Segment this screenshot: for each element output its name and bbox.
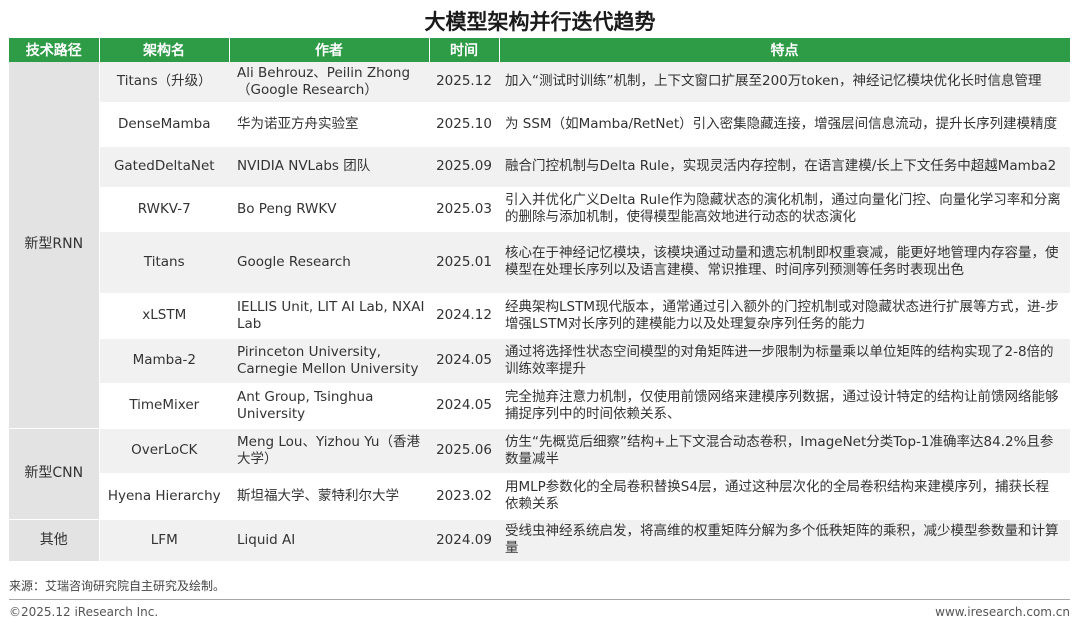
- arch-name-cell: OverLoCK: [99, 428, 229, 474]
- column-header-tech-path: 技术路径: [9, 38, 100, 62]
- arch-name-cell: Titans: [99, 231, 229, 294]
- author-cell: Google Research: [229, 231, 429, 294]
- time-cell: 2024.05: [429, 338, 499, 384]
- time-cell: 2025.12: [429, 62, 499, 103]
- author-cell: Pirinceton University, Carnegie Mellon U…: [229, 338, 429, 384]
- column-header-author: 作者: [229, 38, 430, 62]
- copyright-text: ©2025.12 iResearch Inc.: [9, 605, 159, 619]
- time-cell: 2024.12: [429, 293, 499, 339]
- author-cell: Liquid AI: [229, 519, 429, 562]
- author-cell: Ant Group, Tsinghua University: [229, 383, 429, 429]
- page-title: 大模型架构并行迭代趋势: [424, 10, 656, 34]
- source-note: 来源：艾瑞咨询研究院自主研究及绘制。: [9, 579, 226, 593]
- arch-name-cell: Hyena Hierarchy: [99, 473, 229, 520]
- time-cell: 2025.06: [429, 428, 499, 474]
- time-cell: 2025.03: [429, 187, 499, 232]
- author-cell: Ali Behrouz、Peilin Zhong（Google Research…: [229, 62, 429, 103]
- column-header-features: 特点: [499, 38, 1071, 62]
- author-cell: Meng Lou、Yizhou Yu（香港大学）: [229, 428, 429, 474]
- table-row: 新型CNN OverLoCK Meng Lou、Yizhou Yu（香港大学） …: [9, 428, 1070, 520]
- time-cell: 2024.05: [429, 383, 499, 429]
- table-row: 新型RNN Titans（升级） Ali Behrouz、Peilin Zhon…: [9, 62, 1070, 429]
- table-row: Titans Google Research 2025.01 核心在于神经记忆模…: [9, 231, 1070, 294]
- feature-cell: 仿生“先概览后细察”结构+上下文混合动态卷积，ImageNet分类Top-1准确…: [499, 428, 1070, 474]
- feature-cell: 加入“测试时训练”机制，上下文窗口扩展至200万token，神经记忆模块优化长时…: [499, 62, 1070, 103]
- time-cell: 2023.02: [429, 473, 499, 520]
- arch-name-cell: RWKV-7: [99, 187, 229, 232]
- arch-name-cell: GatedDeltaNet: [99, 146, 229, 188]
- table-row: DenseMamba 华为诺亚方舟实验室 2025.10 为 SSM（如Mamb…: [9, 102, 1070, 147]
- category-cell: 新型RNN: [9, 62, 100, 429]
- feature-cell: 受线虫神经系统启发，将高维的权重矩阵分解为多个低秩矩阵的乘积，减少模型参数量和计…: [499, 519, 1070, 562]
- arch-name-cell: Mamba-2: [99, 338, 229, 384]
- table-row: TimeMixer Ant Group, Tsinghua University…: [9, 383, 1070, 429]
- feature-cell: 融合门控机制与Delta Rule，实现灵活内存控制，在语言建模/长上下文任务中…: [499, 146, 1070, 188]
- table-row: GatedDeltaNet NVIDIA NVLabs 团队 2025.09 融…: [9, 146, 1070, 188]
- time-cell: 2025.09: [429, 146, 499, 188]
- time-cell: 2025.01: [429, 231, 499, 294]
- architecture-table: 技术路径 架构名 作者 时间 特点 新型RNN Titans（升级） Ali B…: [9, 38, 1071, 562]
- column-header-arch-name: 架构名: [99, 38, 230, 62]
- author-cell: NVIDIA NVLabs 团队: [229, 146, 429, 188]
- column-header-time: 时间: [429, 38, 500, 62]
- author-cell: Bo Peng RWKV: [229, 187, 429, 232]
- author-cell: IELLIS Unit, LIT AI Lab, NXAI Lab: [229, 293, 429, 339]
- feature-cell: 用MLP参数化的全局卷积替换S4层，通过这种层次化的全局卷积结构来建模序列，捕获…: [499, 473, 1070, 520]
- footer-divider: [9, 599, 1070, 600]
- arch-name-cell: LFM: [99, 519, 229, 562]
- feature-cell: 引入并优化广义Delta Rule作为隐藏状态的演化机制，通过向量化门控、向量化…: [499, 187, 1070, 232]
- table-row: RWKV-7 Bo Peng RWKV 2025.03 引入并优化广义Delta…: [9, 187, 1070, 232]
- feature-cell: 完全抛弃注意力机制，仅使用前馈网络来建模序列数据，通过设计特定的结构让前馈网络能…: [499, 383, 1070, 429]
- feature-cell: 核心在于神经记忆模块，该模块通过动量和遗忘机制即权重衰减，能更好地管理内存容量，…: [499, 231, 1070, 294]
- feature-cell: 经典架构LSTM现代版本，通常通过引入额外的门控机制或对隐藏状态进行扩展等方式，…: [499, 293, 1070, 339]
- category-cell: 其他: [9, 519, 100, 562]
- time-cell: 2025.10: [429, 102, 499, 147]
- table-row: 其他 LFM Liquid AI 2024.09 受线虫神经系统启发，将高维的权…: [9, 519, 1070, 562]
- arch-name-cell: DenseMamba: [99, 102, 229, 147]
- feature-cell: 通过将选择性状态空间模型的对角矩阵进一步限制为标量乘以单位矩阵的结构实现了2-8…: [499, 338, 1070, 384]
- table-row: xLSTM IELLIS Unit, LIT AI Lab, NXAI Lab …: [9, 293, 1070, 339]
- arch-name-cell: Titans（升级）: [99, 62, 229, 103]
- arch-name-cell: TimeMixer: [99, 383, 229, 429]
- feature-cell: 为 SSM（如Mamba/RetNet）引入密集隐藏连接，增强层间信息流动，提升…: [499, 102, 1070, 147]
- author-cell: 斯坦福大学、蒙特利尔大学: [229, 473, 429, 520]
- website-link[interactable]: www.iresearch.com.cn: [935, 605, 1070, 619]
- table-header-row: 技术路径 架构名 作者 时间 特点: [9, 38, 1071, 62]
- arch-name-cell: xLSTM: [99, 293, 229, 339]
- table-row: Hyena Hierarchy 斯坦福大学、蒙特利尔大学 2023.02 用ML…: [9, 473, 1070, 520]
- category-cell: 新型CNN: [9, 428, 100, 520]
- time-cell: 2024.09: [429, 519, 499, 562]
- author-cell: 华为诺亚方舟实验室: [229, 102, 429, 147]
- table-row: Mamba-2 Pirinceton University, Carnegie …: [9, 338, 1070, 384]
